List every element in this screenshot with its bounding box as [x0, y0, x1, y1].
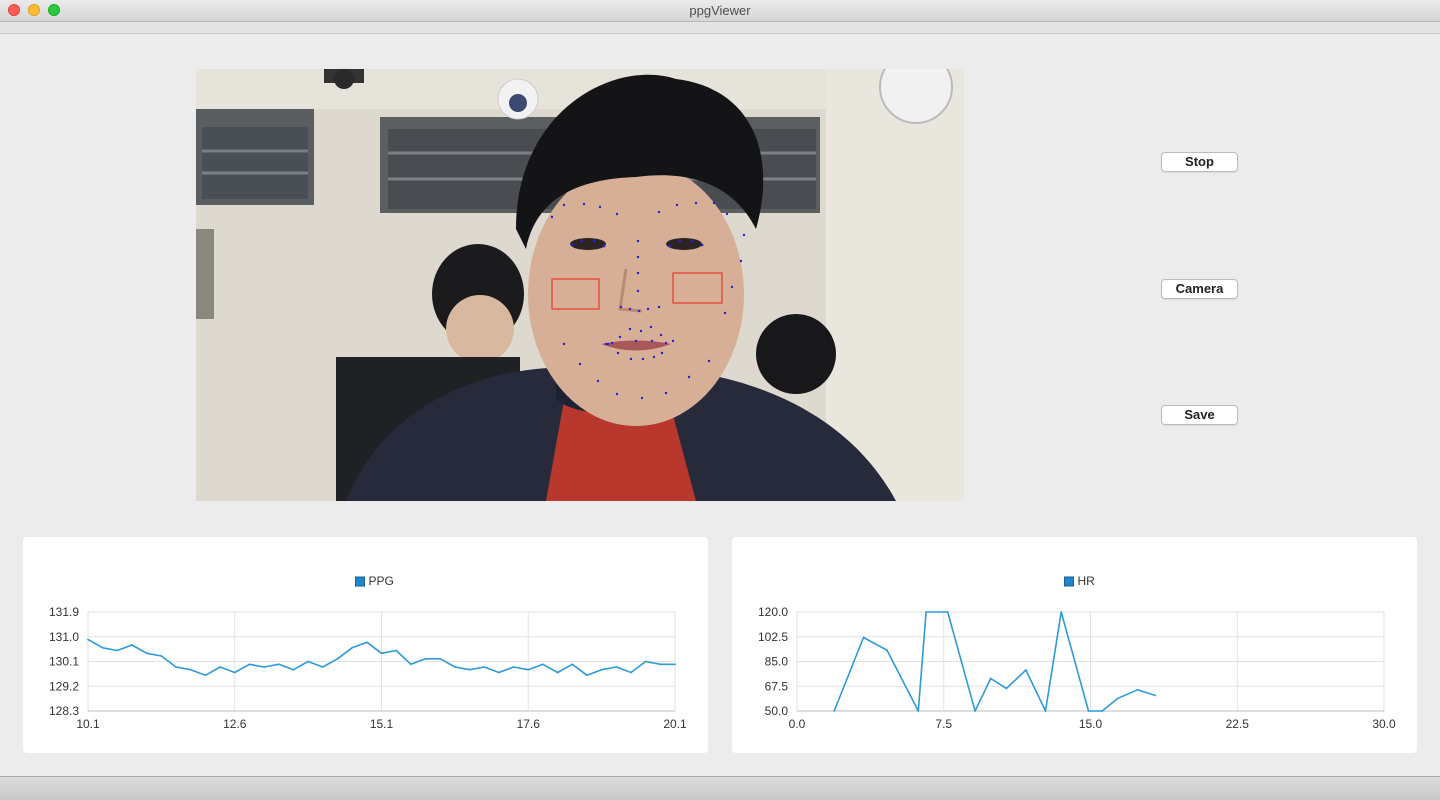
data-point — [131, 644, 133, 646]
data-point — [571, 663, 574, 666]
y-tick-label: 131.9 — [49, 605, 79, 619]
data-point — [395, 649, 398, 652]
data-point — [277, 663, 280, 666]
x-tick-label: 7.5 — [935, 717, 952, 731]
y-tick-label: 85.0 — [765, 655, 789, 669]
window-titlebar: ppgViewer — [0, 0, 1440, 22]
data-point — [336, 657, 339, 660]
x-tick-label: 22.5 — [1226, 717, 1250, 731]
data-point — [1005, 687, 1008, 690]
data-point — [1060, 611, 1063, 613]
data-point — [380, 652, 383, 655]
data-point — [248, 663, 251, 666]
stop-button[interactable]: Stop — [1161, 152, 1238, 172]
data-point — [1116, 697, 1119, 700]
data-point — [542, 663, 544, 666]
data-point — [1136, 688, 1139, 691]
data-point — [189, 668, 192, 671]
camera-view — [196, 69, 964, 501]
data-point — [439, 657, 442, 660]
data-point — [974, 710, 976, 712]
y-tick-label: 50.0 — [765, 704, 789, 718]
data-point — [468, 668, 471, 671]
data-point — [453, 666, 456, 668]
data-point — [263, 666, 265, 668]
hr-chart: HR 0.0 7.5 15.0 22.5 30.0 120.0 102.5 85.0 67.5 50… — [758, 574, 1396, 731]
ppg-chart-panel: PPG 10.1 12.6 15.1 17.6 20.1 131.9 131.0 130.1 12… — [23, 537, 708, 753]
data-point — [483, 666, 486, 668]
data-point — [600, 668, 603, 671]
y-tick-label: 120.0 — [758, 605, 788, 619]
data-point — [946, 611, 949, 613]
data-point — [204, 674, 207, 677]
legend: HR — [1064, 574, 1096, 588]
data-point — [116, 649, 119, 652]
window-title: ppgViewer — [689, 3, 751, 18]
data-point — [321, 666, 324, 668]
data-point — [630, 671, 632, 674]
legend: PPG — [355, 574, 394, 588]
data-point — [989, 677, 992, 680]
legend-label: PPG — [369, 574, 394, 588]
y-tick-label: 129.2 — [49, 679, 79, 693]
camera-button[interactable]: Camera — [1161, 279, 1238, 299]
data-point — [145, 652, 148, 655]
data-point — [1154, 694, 1156, 697]
data-point — [175, 666, 177, 668]
data-point — [1101, 710, 1104, 712]
data-point — [674, 663, 676, 666]
data-point — [424, 657, 427, 660]
data-point — [833, 710, 836, 712]
x-tick-label: 15.0 — [1079, 717, 1103, 731]
data-point — [292, 668, 295, 671]
data-point — [886, 649, 888, 652]
x-tick-label: 17.6 — [517, 717, 541, 731]
ppg-chart: PPG 10.1 12.6 15.1 17.6 20.1 131.9 131.0 130.1 12… — [49, 574, 687, 731]
data-point — [219, 666, 221, 668]
y-tick-label: 131.0 — [49, 630, 79, 644]
legend-label: HR — [1078, 574, 1096, 588]
x-tick-label: 15.1 — [370, 717, 394, 731]
data-point — [925, 611, 928, 613]
camera-frame — [196, 69, 964, 501]
data-point — [659, 663, 662, 666]
toolbar-strip — [0, 22, 1440, 34]
data-point — [409, 663, 412, 666]
data-point — [233, 671, 236, 674]
data-point — [307, 660, 310, 663]
data-point — [160, 655, 163, 657]
data-point — [586, 674, 588, 677]
status-bar — [0, 776, 1440, 800]
y-tick-label: 128.3 — [49, 704, 79, 718]
data-point — [1087, 710, 1090, 712]
legend-marker — [1064, 576, 1074, 587]
data-point — [1025, 669, 1027, 671]
legend-marker — [355, 576, 365, 587]
data-point — [862, 636, 865, 639]
data-point — [365, 641, 368, 644]
data-point — [644, 660, 647, 663]
data-point — [87, 638, 89, 641]
x-tick-label: 20.1 — [663, 717, 687, 731]
data-point — [351, 646, 354, 649]
data-point — [101, 646, 104, 649]
data-point — [527, 668, 530, 671]
y-tick-label: 130.1 — [49, 655, 79, 669]
data-point — [1044, 710, 1047, 712]
x-tick-label: 12.6 — [223, 717, 247, 731]
data-point — [512, 666, 515, 668]
hr-chart-panel: HR 0.0 7.5 15.0 22.5 30.0 120.0 102.5 85.0 67.5 50… — [732, 537, 1417, 753]
x-tick-label: 30.0 — [1372, 717, 1396, 731]
y-tick-label: 67.5 — [765, 679, 789, 693]
y-tick-label: 102.5 — [758, 630, 788, 644]
save-button[interactable]: Save — [1161, 405, 1238, 425]
x-tick-label: 10.1 — [76, 717, 100, 731]
data-point — [556, 671, 559, 674]
data-point — [498, 671, 500, 674]
x-tick-label: 0.0 — [789, 717, 806, 731]
data-point — [917, 710, 920, 712]
data-point — [615, 666, 618, 668]
